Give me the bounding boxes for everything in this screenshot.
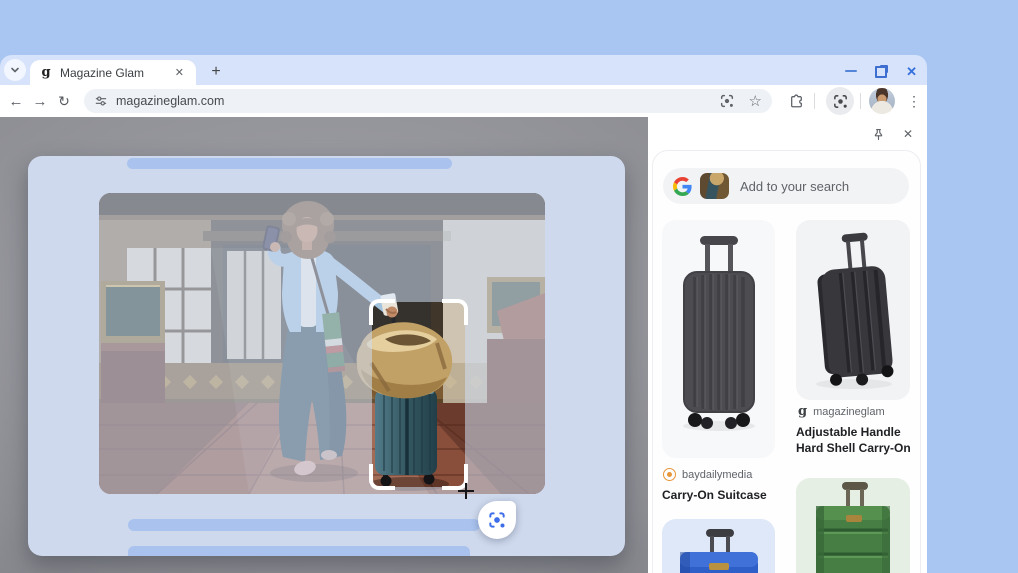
toolbar-divider xyxy=(814,93,815,109)
panel-close-button[interactable]: ✕ xyxy=(899,125,917,143)
desktop: { "browser": { "tab": { "title": "Magazi… xyxy=(0,0,1018,573)
skeleton-text-bar xyxy=(128,519,480,531)
gray-suitcase-front-image xyxy=(683,236,755,431)
result-source-row[interactable]: baydailymedia xyxy=(663,468,752,481)
station-photo-scene xyxy=(99,193,545,494)
lens-selection-box[interactable] xyxy=(369,299,468,490)
magazineglam-favicon-icon: g xyxy=(798,404,808,419)
gray-suitcase-angled-image xyxy=(816,232,894,389)
selection-corner-icon[interactable] xyxy=(369,464,395,490)
pin-panel-button[interactable] xyxy=(869,125,887,143)
tab-favicon-icon: g xyxy=(41,64,51,80)
article-photo-lens-target[interactable] xyxy=(99,193,545,494)
reload-button[interactable]: ↻ xyxy=(52,89,76,113)
browser-menu-button[interactable]: ⋮ xyxy=(902,89,926,113)
tab-title: Magazine Glam xyxy=(60,65,145,80)
site-settings-icon xyxy=(95,96,107,106)
chevron-down-icon xyxy=(11,67,19,73)
bookmark-star-icon[interactable]: ☆ xyxy=(749,94,762,109)
lens-search-input[interactable]: Add to your search xyxy=(663,168,909,204)
selection-corner-icon[interactable] xyxy=(369,299,395,325)
lens-side-panel: ✕ Add to your search baydailymedia Carry… xyxy=(648,117,927,573)
panel-actions: ✕ xyxy=(869,125,917,143)
result-image-hard-shell-carry-on[interactable] xyxy=(796,220,910,400)
tab-search-button[interactable] xyxy=(4,59,26,81)
extensions-icon xyxy=(790,93,802,107)
webpage-dimmed xyxy=(0,117,648,573)
forward-button[interactable]: → xyxy=(28,89,52,113)
lens-overlay-button[interactable] xyxy=(826,87,854,115)
search-placeholder: Add to your search xyxy=(740,178,850,194)
browser-window: g Magazine Glam ✕ + ✕ ← → ↻ magazineglam… xyxy=(0,55,927,573)
back-button[interactable]: ← xyxy=(4,89,28,113)
green-suitcase-image xyxy=(816,482,890,573)
window-close-button[interactable]: ✕ xyxy=(906,65,917,78)
skeleton-text-bar xyxy=(127,158,452,169)
toolbar-divider xyxy=(860,93,861,109)
google-lens-icon xyxy=(833,94,847,108)
lens-search-icon[interactable] xyxy=(719,93,735,109)
pin-icon xyxy=(874,128,882,140)
result-title[interactable]: Carry-On Suitcase xyxy=(662,487,778,503)
new-tab-button[interactable]: + xyxy=(204,60,228,84)
result-title[interactable]: Adjustable Handle Hard Shell Carry-On xyxy=(796,424,914,456)
extensions-button[interactable] xyxy=(784,89,808,113)
profile-avatar[interactable] xyxy=(869,88,895,114)
minimize-button[interactable] xyxy=(845,69,858,73)
result-image-blue-suitcase[interactable] xyxy=(662,519,775,573)
window-controls: ✕ xyxy=(845,61,917,81)
google-lens-icon xyxy=(489,512,505,528)
result-image-carry-on-suitcase[interactable] xyxy=(662,220,775,458)
browser-toolbar: ← → ↻ magazineglam.com ☆ ⋮ xyxy=(0,85,927,117)
address-bar[interactable]: magazineglam.com ☆ xyxy=(84,89,772,113)
restore-button[interactable] xyxy=(875,64,889,78)
google-g-icon xyxy=(673,176,692,196)
lens-fab-button[interactable] xyxy=(478,501,516,539)
result-source: magazineglam xyxy=(813,405,885,418)
url-text: magazineglam.com xyxy=(116,94,225,108)
crosshair-cursor xyxy=(458,483,474,499)
skeleton-text-bar xyxy=(128,546,470,556)
tab-close-icon[interactable]: ✕ xyxy=(171,64,188,81)
result-image-green-suitcase[interactable] xyxy=(796,478,910,573)
result-source-row[interactable]: g magazineglam xyxy=(798,405,885,418)
selection-corner-icon[interactable] xyxy=(442,299,468,325)
blue-suitcase-image xyxy=(680,529,758,573)
selected-region-thumbnail[interactable] xyxy=(700,173,729,199)
window-content: ✕ Add to your search baydailymedia Carry… xyxy=(0,117,927,573)
baydailymedia-favicon-icon xyxy=(663,468,676,481)
result-source: baydailymedia xyxy=(682,468,753,481)
tab-magazine-glam[interactable]: g Magazine Glam ✕ xyxy=(30,60,196,85)
